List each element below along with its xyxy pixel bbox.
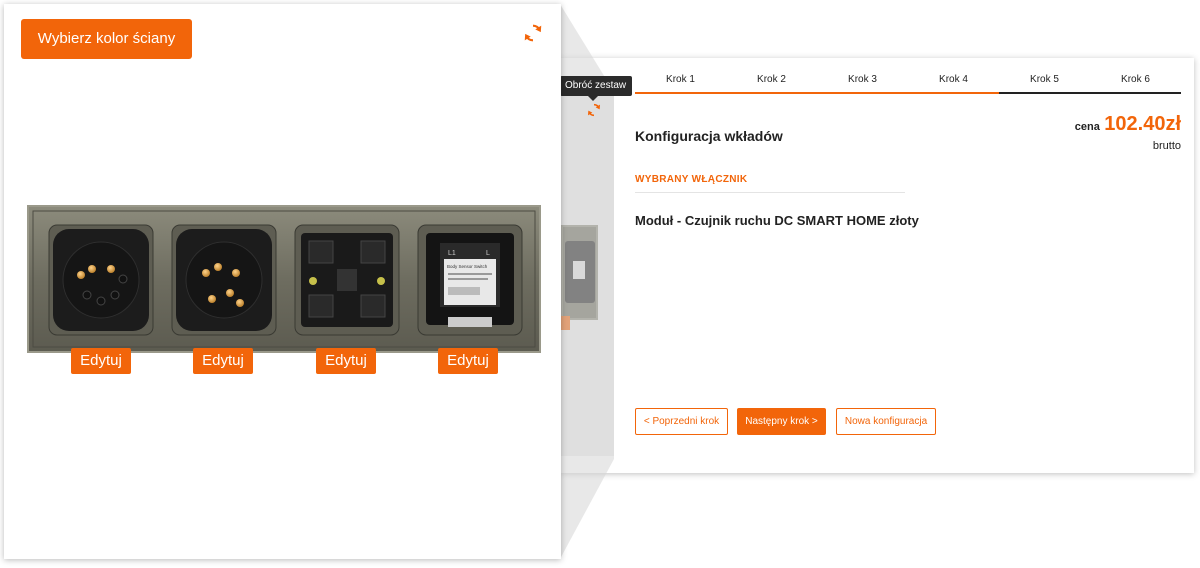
edit-button-3[interactable]: Edytuj <box>316 348 376 374</box>
module-terminal-l: L <box>486 250 490 257</box>
rotate-icon[interactable] <box>522 22 544 44</box>
wall-color-button[interactable]: Wybierz kolor ściany <box>21 19 192 59</box>
module-terminal-l1: L1 <box>448 250 456 257</box>
price-note: brutto <box>1152 140 1181 152</box>
price: cena 102.40zł <box>1075 113 1181 136</box>
divider <box>635 192 905 193</box>
section-title: Konfiguracja wkładów <box>635 128 783 144</box>
new-configuration-button[interactable]: Nowa konfiguracja <box>836 408 936 435</box>
configurator-stage: Obróć zestaw Krok 1 Krok 2 Krok 3 Krok 4… <box>0 0 1200 568</box>
wall-plate-image: L1 L Body Sensor Switch <box>27 205 541 353</box>
rotate-tooltip: Obróć zestaw <box>560 76 633 101</box>
selected-module-name: Moduł - Czujnik ruchu DC SMART HOME złot… <box>635 213 919 228</box>
edit-button-1[interactable]: Edytuj <box>71 348 131 374</box>
step-2[interactable]: Krok 2 <box>726 70 817 94</box>
edit-button-2[interactable]: Edytuj <box>193 348 253 374</box>
step-1[interactable]: Krok 1 <box>635 70 726 94</box>
steps-nav: Krok 1 Krok 2 Krok 3 Krok 4 Krok 5 Krok … <box>635 70 1181 94</box>
next-step-button[interactable]: Następny krok > <box>737 408 826 435</box>
edit-button-4[interactable]: Edytuj <box>438 348 498 374</box>
step-4[interactable]: Krok 4 <box>908 70 999 94</box>
price-value: 102.40zł <box>1104 113 1181 135</box>
previous-step-button[interactable]: < Poprzedni krok <box>635 408 728 435</box>
step-5[interactable]: Krok 5 <box>999 70 1090 94</box>
selected-switch-label: WYBRANY WŁĄCZNIK <box>635 174 748 185</box>
price-label: cena <box>1074 121 1100 133</box>
step-6[interactable]: Krok 6 <box>1090 70 1181 94</box>
step-3[interactable]: Krok 3 <box>817 70 908 94</box>
module-label-title: Body Sensor Switch <box>447 264 488 269</box>
rotate-icon[interactable] <box>586 102 602 118</box>
